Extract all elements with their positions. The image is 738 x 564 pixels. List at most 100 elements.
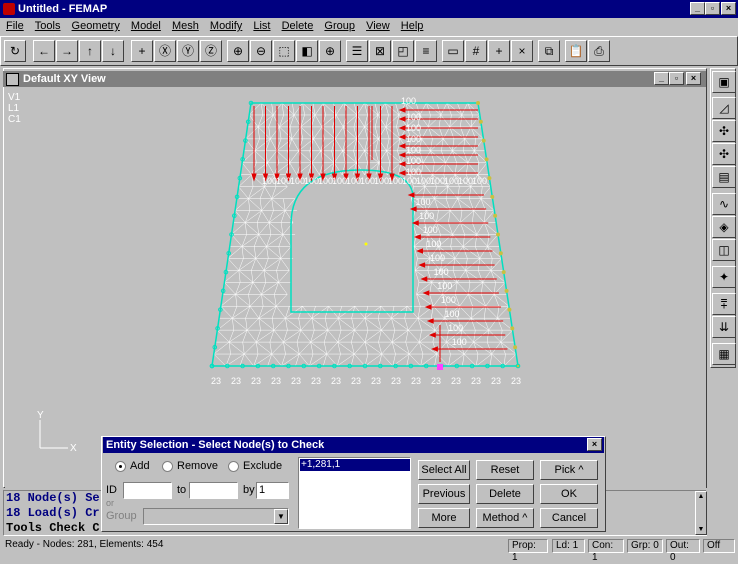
load-icon[interactable]: ⇊	[712, 316, 736, 338]
pick-button[interactable]: Pick ^	[540, 460, 598, 480]
mesh-edge	[258, 234, 267, 247]
mesh-edge	[265, 150, 268, 163]
radio-add[interactable]	[115, 461, 126, 472]
radio-exclude[interactable]	[228, 461, 239, 472]
mesh-edge	[228, 342, 231, 355]
ok-button[interactable]: OK	[540, 484, 598, 504]
mesh-edge	[309, 353, 314, 367]
radio-exclude-label: Exclude	[243, 460, 283, 472]
mesh-edge	[427, 270, 432, 283]
group-dropdown-icon[interactable]: ▼	[274, 509, 288, 524]
mesh-edge	[434, 354, 437, 367]
status-bar: Ready - Nodes: 281, Elements: 454 Prop: …	[0, 538, 738, 563]
load-arrowhead	[407, 192, 415, 198]
id-from-input[interactable]	[123, 482, 172, 499]
select-all-button[interactable]: Select All	[418, 460, 470, 480]
node-move-icon[interactable]: ✣	[712, 143, 736, 165]
material-icon[interactable]: ⩱	[712, 293, 736, 315]
mesh-edge	[343, 126, 357, 140]
mesh-edge	[364, 138, 368, 151]
mesh-edge	[252, 282, 262, 295]
boundary-node	[481, 138, 486, 143]
mesh-edge	[493, 282, 506, 295]
mesh-edge	[261, 198, 272, 211]
delete-button[interactable]: Delete	[476, 484, 534, 504]
mesh-icon[interactable]: ✦	[712, 266, 736, 288]
mesh-edge	[276, 150, 290, 163]
mesh-edge	[263, 270, 266, 283]
volume-icon[interactable]: ◫	[712, 239, 736, 261]
load-arrowhead	[398, 134, 406, 140]
dialog-close-button[interactable]: ×	[587, 438, 602, 451]
surface-icon[interactable]: ◈	[712, 216, 736, 238]
mesh-edge	[282, 234, 292, 247]
mesh-edge	[245, 222, 259, 235]
mesh-edge	[404, 318, 409, 331]
mesh-edge	[271, 198, 286, 211]
mesh-edge	[482, 270, 492, 283]
mesh-edge	[258, 222, 270, 235]
reset-button[interactable]: Reset	[476, 460, 534, 480]
message-scroll-up[interactable]: ▲	[696, 492, 706, 501]
mesh-edge	[470, 306, 473, 319]
mesh-edge	[408, 329, 420, 343]
group-select[interactable]	[143, 508, 289, 525]
status-ld: Ld: 1	[552, 539, 585, 553]
cancel-button[interactable]: Cancel	[540, 508, 598, 528]
mesh-edge	[300, 318, 313, 331]
mesh-edge	[271, 306, 277, 319]
more-button[interactable]: More	[418, 508, 470, 528]
mesh-edge	[334, 126, 344, 140]
mesh-edge	[334, 138, 343, 151]
mesh-edge	[364, 162, 379, 175]
id-to-input[interactable]	[189, 482, 238, 499]
mesh-edge	[473, 342, 479, 355]
selection-list-item[interactable]: +1,281,1	[300, 459, 410, 471]
status-con: Con: 1	[588, 539, 624, 563]
mesh-edge	[283, 329, 301, 343]
constraint-label: 23	[331, 376, 341, 386]
save-icon[interactable]: ▣	[712, 71, 736, 93]
mesh-edge	[271, 341, 284, 355]
load-label: 100	[332, 176, 347, 186]
axis-y-label: Y	[37, 410, 44, 421]
mesh-edge	[414, 270, 420, 283]
node-icon[interactable]: ✣	[712, 120, 736, 142]
layout-icon[interactable]: ▦	[712, 343, 736, 365]
mesh-edge	[452, 234, 464, 247]
curve-icon[interactable]: ∿	[712, 193, 736, 215]
mesh-edge	[452, 258, 456, 271]
method-button[interactable]: Method ^	[476, 508, 534, 528]
mesh-edge	[293, 102, 303, 116]
mesh-edge	[374, 102, 379, 116]
boundary-node	[507, 307, 512, 312]
mesh-edge	[461, 102, 468, 116]
mesh-edge	[268, 222, 272, 235]
view-rotate-icon[interactable]: ◿	[712, 97, 736, 119]
mesh-edge	[244, 222, 247, 235]
mesh-edge	[378, 150, 387, 163]
mesh-edge	[238, 270, 254, 283]
message-scroll-down[interactable]: ▼	[696, 525, 706, 534]
by-input[interactable]: 1	[256, 482, 289, 499]
mesh-edge	[356, 102, 365, 116]
load-label: 100	[406, 134, 421, 144]
mesh-edge	[457, 186, 471, 199]
mesh-edge	[419, 114, 429, 128]
mesh-edge	[281, 353, 300, 367]
mesh-edge	[377, 114, 387, 128]
mesh-edge	[253, 353, 272, 367]
mesh-edge	[232, 317, 248, 331]
mesh-edge	[457, 186, 460, 199]
mesh-edge	[242, 342, 245, 355]
boundary-node	[510, 326, 515, 331]
radio-remove[interactable]	[162, 461, 173, 472]
previous-button[interactable]: Previous	[418, 484, 470, 504]
element-icon[interactable]: ▤	[712, 166, 736, 188]
mesh-edge	[353, 126, 358, 139]
mesh-edge	[310, 341, 327, 355]
mesh-edge	[272, 114, 280, 128]
mesh-edge	[454, 246, 464, 259]
mesh-edge	[280, 258, 290, 271]
mesh-edge	[460, 114, 463, 127]
